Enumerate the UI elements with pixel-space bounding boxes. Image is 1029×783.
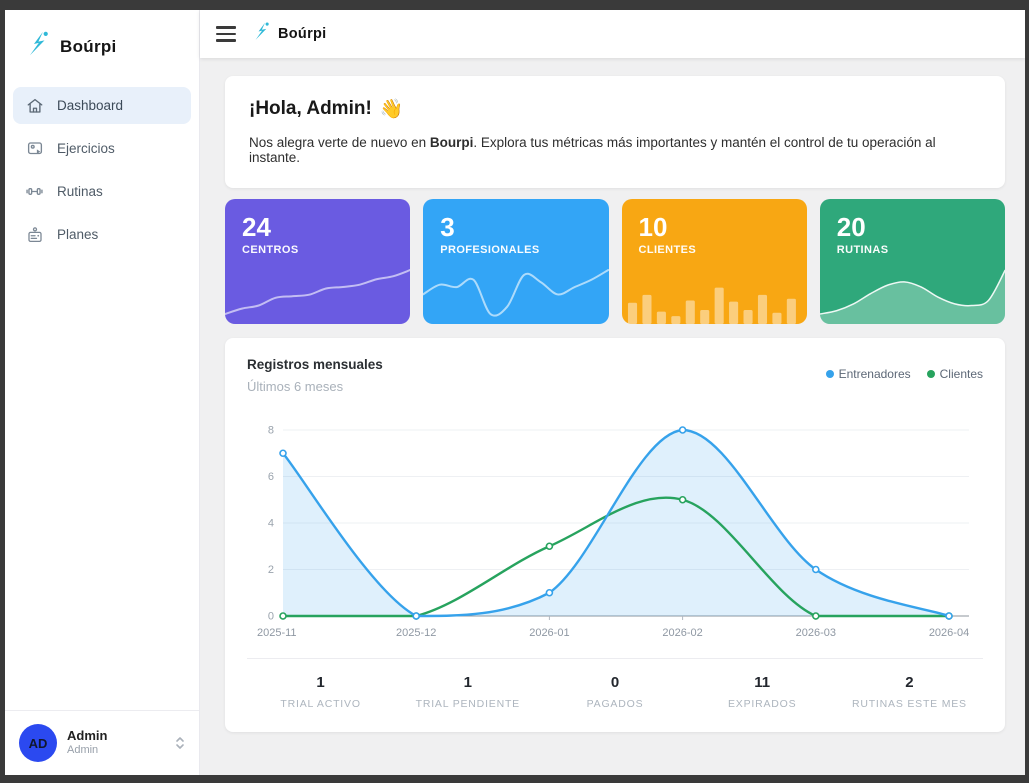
chart-title: Registros mensuales	[247, 357, 383, 372]
sparkline-chart	[819, 269, 1005, 324]
sidebar-item-rutinas[interactable]: Rutinas	[13, 173, 191, 210]
hamburger-menu-icon[interactable]	[216, 26, 236, 42]
mini-stats-row: 1 TRIAL ACTIVO 1 TRIAL PENDIENTE 0 PAGAD…	[247, 659, 983, 730]
dumbbell-icon	[25, 182, 44, 201]
user-info: Admin Admin	[67, 728, 165, 758]
legend-item-clientes[interactable]: Clientes	[926, 367, 983, 381]
app-window: Boúrpi Dashboard Ejercicios Rutinas Plan…	[5, 10, 1025, 775]
svg-text:2: 2	[268, 564, 274, 576]
brand-logo-icon	[25, 30, 51, 63]
stat-label: CLIENTES	[638, 244, 697, 257]
stat-label: CENTROS	[242, 244, 299, 257]
main-column: Boúrpi ¡Hola, Admin! 👋 Nos alegra verte …	[200, 10, 1025, 775]
mini-stat-trial-activo: 1 TRIAL ACTIVO	[280, 674, 361, 710]
welcome-card: ¡Hola, Admin! 👋 Nos alegra verte de nuev…	[225, 76, 1005, 188]
sidebar-item-label: Dashboard	[57, 98, 124, 113]
brand-name-inline: Bourpi	[429, 135, 474, 150]
stat-card-clientes: 10 CLIENTES	[621, 199, 807, 324]
stat-value: 24	[242, 212, 271, 242]
svg-text:2026-03: 2026-03	[796, 627, 836, 639]
stat-card-rutinas: 20 RUTINAS	[819, 199, 1005, 324]
chart-header: Registros mensuales Últimos 6 meses Entr…	[247, 357, 983, 394]
svg-text:2026-02: 2026-02	[662, 627, 702, 639]
sparkline-chart	[627, 287, 796, 324]
stat-label: RUTINAS	[836, 244, 889, 257]
svg-text:2025-12: 2025-12	[396, 627, 436, 639]
dashboard-content: ¡Hola, Admin! 👋 Nos alegra verte de nuev…	[200, 58, 1025, 775]
stat-card-profesionales: 3 PROFESIONALES	[423, 199, 609, 324]
sidebar-item-ejercicios[interactable]: Ejercicios	[13, 130, 191, 167]
legend-dot	[926, 370, 935, 378]
stat-card-centros: 24 CENTROS	[225, 199, 411, 324]
stat-value: 20	[836, 212, 866, 242]
chevron-up-down-icon[interactable]	[175, 735, 185, 751]
brand-name: Boúrpi	[278, 26, 327, 42]
mini-stat-expirados: 11 EXPIRADOS	[727, 674, 797, 710]
topbar-brand: Boúrpi	[252, 21, 327, 47]
sidebar: Boúrpi Dashboard Ejercicios Rutinas Plan…	[5, 10, 200, 775]
legend-dot	[825, 370, 834, 378]
home-icon	[25, 96, 44, 115]
sidebar-item-label: Rutinas	[57, 184, 103, 199]
svg-text:2026-04: 2026-04	[929, 627, 969, 639]
wave-emoji: 👋	[379, 99, 404, 120]
stat-cards-row: 24 CENTROS 3 PROFESIONALES 10 CLIENTES 2…	[225, 199, 1005, 324]
svg-text:6: 6	[268, 471, 274, 483]
sidebar-item-planes[interactable]: Planes	[13, 216, 191, 253]
sidebar-item-dashboard[interactable]: Dashboard	[13, 87, 191, 124]
chart-subtitle: Últimos 6 meses	[247, 379, 344, 394]
svg-text:0: 0	[268, 611, 274, 623]
sparkline-chart	[225, 269, 411, 315]
user-name: Admin	[67, 728, 108, 743]
sidebar-nav: Dashboard Ejercicios Rutinas Planes	[5, 87, 199, 253]
stat-value: 10	[638, 212, 668, 242]
svg-text:2026-01: 2026-01	[529, 627, 569, 639]
top-bar: Boúrpi	[200, 10, 1025, 58]
line-chart: 0 2 4 6 8 2025-11 2025-12 2026-01 2026-02 2026-03…	[257, 425, 969, 640]
chart-legend: Entrenadores Clientes	[825, 357, 983, 381]
svg-text:2025-11: 2025-11	[257, 627, 297, 639]
user-menu[interactable]: AD Admin Admin	[5, 710, 199, 775]
mini-stat-trial-pendiente: 1 TRIAL PENDIENTE	[415, 674, 520, 710]
monthly-registrations-card: Registros mensuales Últimos 6 meses Entr…	[225, 338, 1005, 732]
sidebar-brand: Boúrpi	[5, 10, 199, 87]
svg-text:4: 4	[268, 518, 274, 530]
id-card-icon	[25, 225, 44, 244]
sidebar-item-label: Ejercicios	[57, 141, 115, 156]
welcome-title: ¡Hola, Admin! 👋	[249, 98, 404, 120]
avatar: AD	[19, 724, 57, 762]
brand-name: Boúrpi	[60, 36, 117, 56]
mini-stat-rutinas-mes: 2 RUTINAS ESTE MES	[851, 674, 967, 710]
mini-stat-pagados: 0 PAGADOS	[586, 674, 644, 710]
svg-text:8: 8	[268, 425, 274, 437]
brand-logo-icon	[252, 21, 271, 47]
media-icon	[25, 139, 44, 158]
sidebar-item-label: Planes	[57, 227, 99, 242]
welcome-message: Nos alegra verte de nuevo en Bourpi. Exp…	[249, 135, 936, 165]
sparkline-chart	[423, 269, 609, 317]
stat-value: 3	[440, 212, 455, 242]
stat-label: PROFESIONALES	[440, 244, 540, 257]
user-role: Admin	[67, 744, 99, 757]
legend-item-entrenadores[interactable]: Entrenadores	[825, 367, 911, 381]
